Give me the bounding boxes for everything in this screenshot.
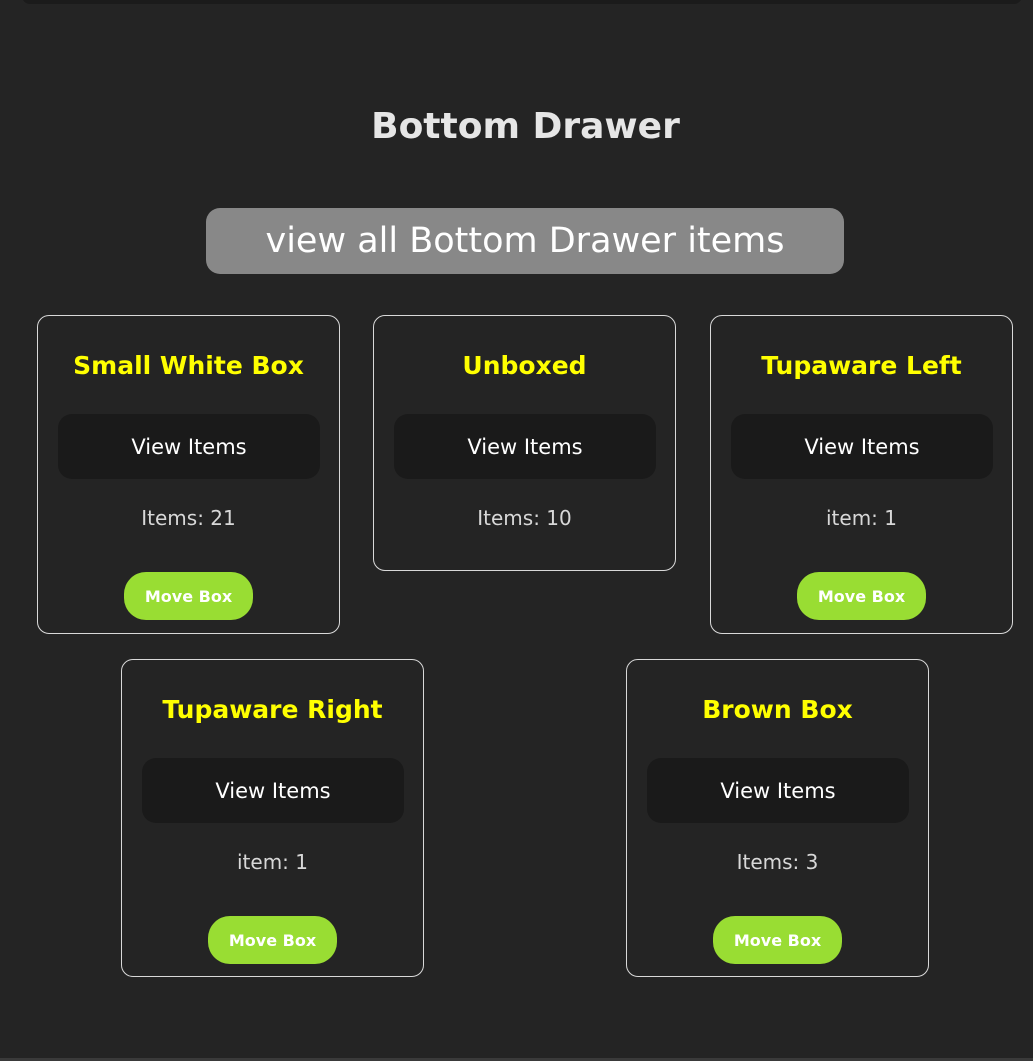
move-box-button[interactable]: Move Box bbox=[124, 572, 253, 620]
item-count: item: 1 bbox=[236, 850, 308, 874]
box-card-tupaware-left: Tupaware Left View Items item: 1 Move Bo… bbox=[710, 315, 1013, 634]
box-card-small-white-box: Small White Box View Items Items: 21 Mov… bbox=[37, 315, 340, 634]
view-items-button[interactable]: View Items bbox=[731, 414, 993, 479]
box-card-brown-box: Brown Box View Items Items: 3 Move Box bbox=[626, 659, 929, 977]
box-title: Small White Box bbox=[73, 351, 304, 380]
box-title: Tupaware Left bbox=[761, 351, 962, 380]
item-count: Items: 21 bbox=[141, 506, 236, 530]
view-all-items-button[interactable]: view all Bottom Drawer items bbox=[206, 208, 844, 274]
box-title: Unboxed bbox=[462, 351, 587, 380]
view-items-button[interactable]: View Items bbox=[58, 414, 320, 479]
move-box-button[interactable]: Move Box bbox=[713, 916, 842, 964]
view-items-button[interactable]: View Items bbox=[394, 414, 656, 479]
box-title: Brown Box bbox=[702, 695, 853, 724]
box-title: Tupaware Right bbox=[162, 695, 383, 724]
view-items-button[interactable]: View Items bbox=[142, 758, 404, 823]
item-count: item: 1 bbox=[825, 506, 897, 530]
box-card-unboxed: Unboxed View Items Items: 10 bbox=[373, 315, 676, 571]
move-box-button[interactable]: Move Box bbox=[208, 916, 337, 964]
move-box-button[interactable]: Move Box bbox=[797, 572, 926, 620]
view-items-button[interactable]: View Items bbox=[647, 758, 909, 823]
item-count: Items: 3 bbox=[736, 850, 819, 874]
box-card-tupaware-right: Tupaware Right View Items item: 1 Move B… bbox=[121, 659, 424, 977]
page-title: Bottom Drawer bbox=[371, 106, 680, 147]
top-panel-edge bbox=[22, 0, 1022, 4]
item-count: Items: 10 bbox=[477, 506, 572, 530]
